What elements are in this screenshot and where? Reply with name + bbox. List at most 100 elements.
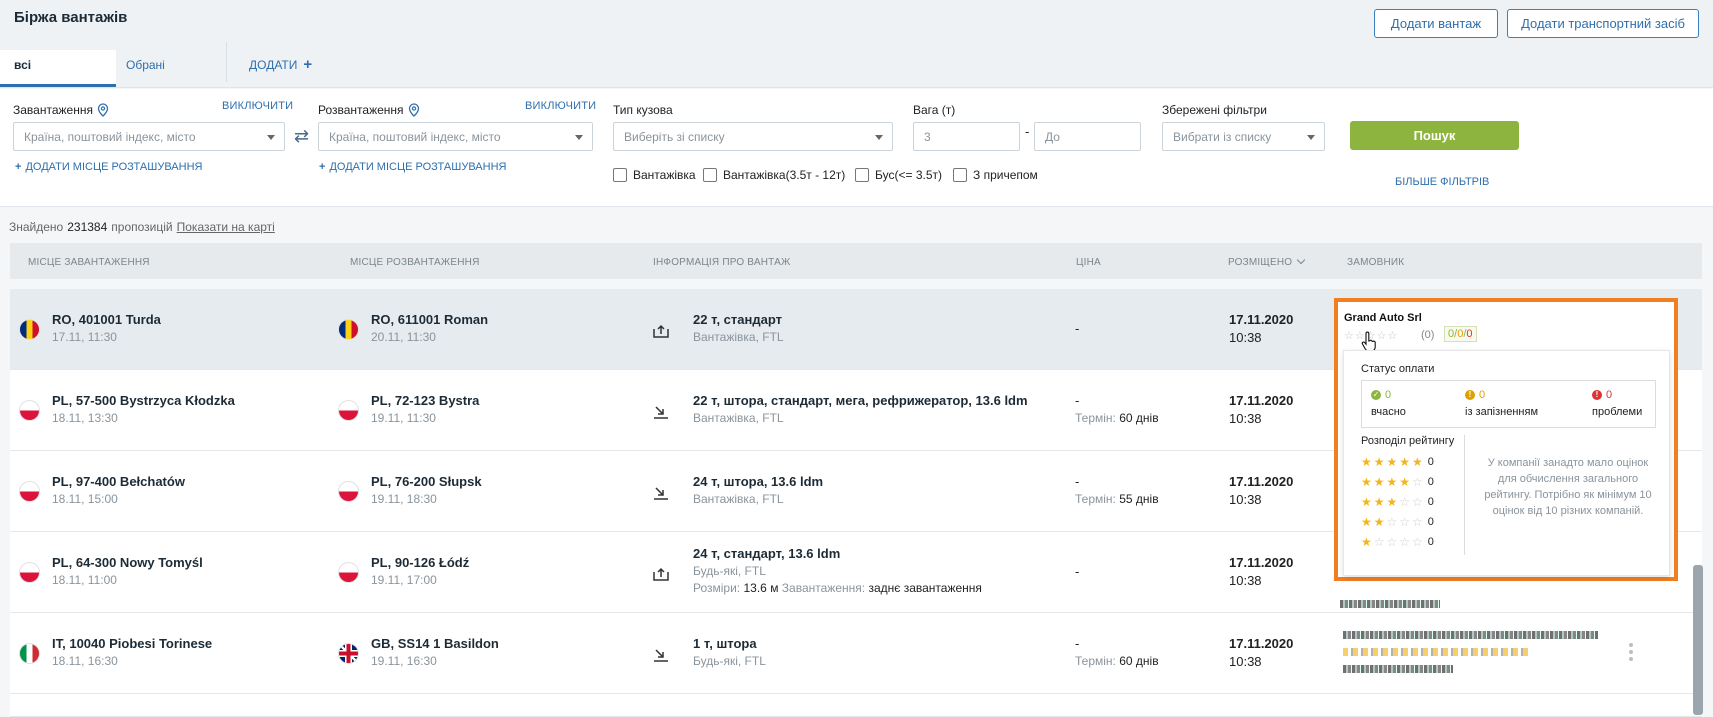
chevron-down-icon [875,135,883,140]
customer-rating-count: (0) [1421,329,1435,341]
scrollbar-thumb[interactable] [1693,565,1703,715]
add-cargo-button[interactable]: Додати вантаж [1374,9,1498,38]
loading-place-select[interactable]: Країна, поштовий індекс, місто [13,122,285,151]
unloading-place-select[interactable]: Країна, поштовий індекс, місто [318,122,593,151]
row-posted-time: 10:38 [1229,330,1262,345]
ratio-ok: 0 [1448,328,1455,340]
chevron-down-icon [267,135,275,140]
row-from-time: 18.11, 11:00 [52,573,117,587]
swap-arrows-icon[interactable]: ⇄ [294,126,309,147]
add-unloading-location-link[interactable]: + ДОДАТИ МІСЦЕ РОЗТАШУВАННЯ [319,161,506,173]
row-dims-value: 13.6 м [743,581,779,595]
show-on-map-link[interactable]: Показати на карті [177,220,275,234]
row-posted-time: 10:38 [1229,411,1262,426]
row-price: - [1075,321,1080,336]
table-row[interactable]: IT, 10040 Piobesi Torinese 18.11, 16:30 … [10,613,1702,694]
saved-filters-select[interactable]: Вибрати із списку [1162,122,1325,151]
tab-add[interactable]: ДОДАТИ + [249,50,312,86]
row-from: PL, 97-400 Bełchatów [52,474,185,489]
row-term-value: 60 днів [1119,654,1159,668]
ratio-late: 0 [1457,328,1464,340]
flag-poland-icon [19,400,40,421]
row-from-time: 18.11, 16:30 [52,654,118,668]
row-posted-time: 10:38 [1229,573,1262,588]
rating-distribution-title: Розподіл рейтингу [1361,435,1455,447]
row-posted-time: 10:38 [1229,492,1262,507]
row-term-value: 60 днів [1119,411,1159,425]
unloading-label: Розвантаження [318,103,420,117]
payment-problems-label: проблеми [1592,406,1643,418]
rating-2-stars: ★★ ☆☆☆ 0 [1361,515,1434,529]
row-to: PL, 90-126 Łódź [371,555,470,570]
column-posted[interactable]: РОЗМІЩЕНО [1228,255,1306,268]
location-pin-icon [97,103,109,117]
row-price: - [1075,393,1080,408]
row-term: Термін: 60 днів [1075,654,1159,668]
tab-divider [226,42,227,82]
load-up-icon [653,324,669,338]
table-header: МІСЦЕ ЗАВАНТАЖЕННЯ МІСЦЕ РОЗВАНТАЖЕННЯ І… [10,243,1702,279]
more-options-icon[interactable] [1629,643,1633,661]
more-filters-link[interactable]: БІЛЬШЕ ФІЛЬТРІВ [1395,176,1489,188]
warning-icon: ! [1465,390,1475,400]
payment-status-title: Статус оплати [1361,363,1435,375]
row-cargo-sub: Вантажівка, FTL [693,411,784,425]
add-vehicle-button[interactable]: Додати транспортний засіб [1507,9,1699,38]
row-load-label: Завантаження: [781,581,866,595]
row-price: - [1075,564,1080,579]
checkbox-bus[interactable]: Бус(<= 3.5т) [855,168,942,182]
body-type-select[interactable]: Виберіть зі списку [613,122,893,151]
column-price[interactable]: ЦІНА [1076,257,1101,268]
row-posted-date: 17.11.2020 [1229,555,1294,570]
checkbox-trailer[interactable]: З причепом [953,168,1038,182]
payment-late-label: із запізненням [1465,406,1539,418]
customer-ratio-badge[interactable]: 0/0/0 [1444,326,1477,342]
row-dims-label: Розміри: [693,581,741,595]
weight-to-input[interactable]: До [1034,122,1141,151]
payment-ontime-value: 0 [1385,389,1392,401]
tab-favorites[interactable]: Обрані [126,50,165,86]
checkbox-truck[interactable]: Вантажівка [613,168,696,182]
table-row[interactable] [10,694,1702,717]
loading-exclude-link[interactable]: ВИКЛЮЧИТИ [222,100,293,112]
flag-italy-icon [19,643,40,664]
loading-label-text: Завантаження [13,103,93,117]
rating-3-count: 0 [1427,496,1434,508]
row-to-time: 19.11, 18:30 [371,492,437,506]
row-to: PL, 76-200 Słupsk [371,474,482,489]
row-posted: 17.11.2020 10:38 [1229,312,1293,345]
checkbox-bus-label: Бус(<= 3.5т) [875,168,942,182]
unloading-exclude-link[interactable]: ВИКЛЮЧИТИ [525,100,596,112]
row-from-time: 18.11, 13:30 [52,411,118,425]
search-button[interactable]: Пошук [1350,121,1519,150]
checkbox-truck-medium[interactable]: Вантажівка(3.5т - 12т) [703,168,845,182]
add-unloading-location-text: ДОДАТИ МІСЦЕ РОЗТАШУВАННЯ [329,161,507,173]
flag-poland-icon [338,562,359,583]
row-term-value: 55 днів [1119,492,1159,506]
row-to: PL, 72-123 Bystra [371,393,480,408]
check-icon: ✓ [1371,390,1381,400]
checkbox-trailer-label: З причепом [973,168,1038,182]
column-customer[interactable]: ЗАМОВНИК [1347,257,1404,268]
customer-rating-highlight: Grand Auto Srl ☆☆☆☆☆ (0) 0/0/0 Статус оп… [1334,298,1678,581]
payment-ontime-label: вчасно [1371,406,1406,418]
add-loading-location-link[interactable]: + ДОДАТИ МІСЦЕ РОЗТАШУВАННЯ [15,161,202,173]
ratio-bad: 0 [1466,328,1473,340]
customer-company-name[interactable]: Grand Auto Srl [1344,312,1422,324]
flag-poland-icon [338,481,359,502]
column-unloading[interactable]: МІСЦЕ РОЗВАНТАЖЕННЯ [350,257,480,268]
column-info[interactable]: ІНФОРМАЦІЯ ПРО ВАНТАЖ [653,257,790,268]
payment-late: ! 0 із запізненням [1465,389,1538,418]
chevron-down-icon [1307,135,1315,140]
payment-late-value: 0 [1479,389,1486,401]
chevron-down-icon [1296,255,1306,265]
unloading-label-text: Розвантаження [318,103,404,117]
tab-all[interactable]: всі [0,50,116,87]
row-cargo: 24 т, стандарт, 13.6 ldm [693,546,841,561]
weight-from-input[interactable]: 3 [913,122,1020,151]
checkbox-truck-label: Вантажівка [633,168,696,182]
column-loading[interactable]: МІСЦЕ ЗАВАНТАЖЕННЯ [28,257,150,268]
rating-1-stars: ★ ☆☆☆☆ 0 [1361,535,1434,549]
row-term-label: Термін: [1075,654,1116,668]
rating-5-stars: ★★★★★ 0 [1361,455,1434,469]
